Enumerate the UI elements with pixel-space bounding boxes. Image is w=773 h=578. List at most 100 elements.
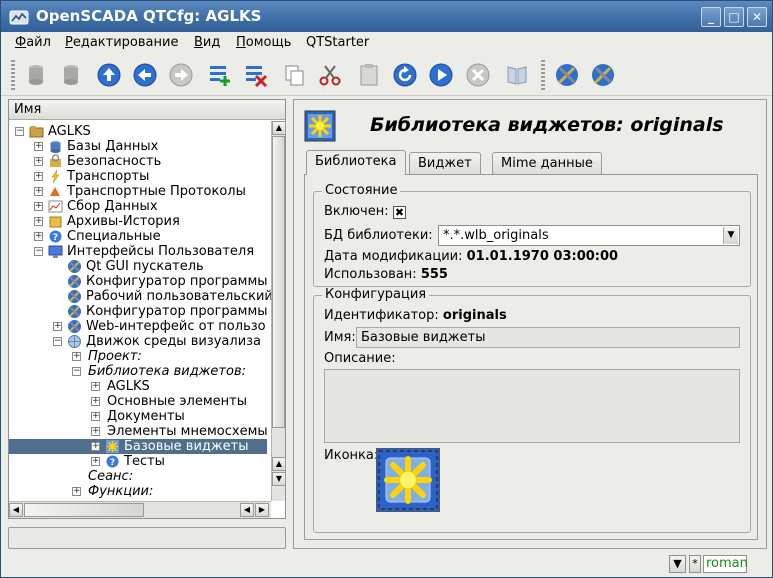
copy-button[interactable] [280, 60, 310, 90]
expand-icon[interactable]: + [34, 172, 43, 181]
tree-item[interactable]: Конфигуратор программы [9, 304, 271, 319]
tools-icon [68, 275, 81, 288]
expand-icon[interactable]: + [34, 217, 43, 226]
tab-library[interactable]: Библиотека [306, 150, 406, 175]
expand-icon[interactable]: + [53, 322, 62, 331]
minimize-button[interactable]: _ [701, 7, 721, 27]
arrow-left-icon [133, 63, 157, 87]
menu-view[interactable]: Вид [194, 35, 220, 50]
expand-icon[interactable]: + [72, 352, 81, 361]
back-button[interactable] [130, 60, 160, 90]
delete-item-button[interactable] [241, 60, 271, 90]
tree-item[interactable]: + Функции: [9, 484, 271, 499]
db-select[interactable]: *.*.wlb_originals ▼ [438, 225, 740, 246]
tree-item[interactable]: + Базовые виджеты [9, 439, 267, 454]
tree-horizontal-scrollbar[interactable]: ◀ ◀ ▶ [9, 501, 271, 518]
tree-item[interactable]: +? Специальные [9, 229, 271, 244]
vision-runtime-button[interactable] [552, 60, 582, 90]
tree-item[interactable]: +? Тесты [9, 454, 271, 469]
expand-icon[interactable]: + [34, 142, 43, 151]
status-dropdown-button[interactable]: ▼ [669, 555, 686, 573]
expand-icon[interactable]: + [34, 202, 43, 211]
scroll-left-button[interactable]: ◀ [9, 503, 23, 517]
expand-icon[interactable]: + [72, 487, 81, 496]
tree-item[interactable]: + Сбор Данных [9, 199, 271, 214]
tab-widget[interactable]: Виджет [409, 152, 481, 174]
toolbar-grip[interactable] [11, 60, 15, 90]
manual-button[interactable] [502, 60, 532, 90]
tree-item[interactable]: Конфигуратор программы [9, 274, 271, 289]
collapse-icon[interactable]: − [53, 337, 62, 346]
expand-icon[interactable]: + [91, 457, 100, 466]
start-button[interactable] [426, 60, 456, 90]
tree-item[interactable]: + Архивы-История [9, 214, 271, 229]
cut-button[interactable] [315, 60, 345, 90]
collapse-icon[interactable]: − [72, 367, 81, 376]
refresh-button[interactable] [390, 60, 420, 90]
tree-item[interactable]: + Базы Данных [9, 139, 271, 154]
library-icon-picker[interactable] [376, 448, 440, 512]
menu-help[interactable]: Помощь [236, 35, 291, 50]
scroll-thumb[interactable] [272, 136, 285, 428]
menu-file[interactable]: Файл [15, 35, 51, 50]
chevron-down-icon[interactable]: ▼ [723, 227, 738, 244]
tab-mime-data[interactable]: Mime данные [492, 152, 602, 174]
enabled-checkbox[interactable]: ✖ [393, 206, 406, 219]
expand-icon[interactable]: + [91, 382, 100, 391]
menu-edit[interactable]: Редактирование [65, 35, 178, 50]
tree-column-header[interactable]: Имя [9, 100, 285, 120]
scroll-down-button[interactable]: ▼ [272, 472, 286, 486]
tree-item[interactable]: Сеанс: [9, 469, 271, 484]
db-save-button[interactable] [56, 60, 86, 90]
expand-icon[interactable]: + [91, 397, 100, 406]
widget-library-icon [378, 450, 438, 510]
tree-vertical-scrollbar[interactable]: ▲ ▲ ▼ [271, 121, 286, 501]
tree-item[interactable]: + Транспортные Протоколы [9, 184, 271, 199]
toolbar-grip-2[interactable] [541, 60, 545, 90]
tree-item-label: Конфигуратор программы [86, 274, 268, 289]
hscroll-thumb[interactable] [24, 503, 144, 517]
database-icon [50, 141, 61, 153]
expand-icon[interactable]: + [91, 412, 100, 421]
tree-body[interactable]: − AGLKS + Базы Данных + Безопасность + Транспор… [9, 121, 271, 501]
tree-item[interactable]: + Проект: [9, 349, 271, 364]
tree-item[interactable]: − AGLKS [9, 124, 271, 139]
tree-item[interactable]: Рабочий пользовательский [9, 289, 271, 304]
vision-develop-button[interactable] [588, 60, 618, 90]
expand-icon[interactable]: + [34, 232, 43, 241]
expand-icon[interactable]: + [34, 157, 43, 166]
up-button[interactable] [94, 60, 124, 90]
tree-item[interactable]: Qt GUI пускатель [9, 259, 271, 274]
description-textarea[interactable] [324, 369, 740, 443]
db-load-button[interactable] [21, 60, 51, 90]
tree-item[interactable]: + Основные элементы [9, 394, 271, 409]
scroll-up-button[interactable]: ▲ [272, 121, 286, 135]
name-input[interactable]: Базовые виджеты [356, 327, 740, 348]
tree-item[interactable]: + Безопасность [9, 154, 271, 169]
tree-item[interactable]: − Движок среды визуализа [9, 334, 271, 349]
collapse-icon[interactable]: − [34, 247, 43, 256]
expand-icon[interactable]: + [91, 427, 100, 436]
navigation-tree[interactable]: Имя − AGLKS + Базы Данных + Безопасность + Тран… [8, 99, 286, 519]
scroll-up-button-2[interactable]: ▲ [272, 457, 286, 471]
tree-item[interactable]: + Транспорты [9, 169, 271, 184]
tree-item[interactable]: + AGLKS [9, 379, 271, 394]
add-item-button[interactable] [205, 60, 235, 90]
collapse-icon[interactable]: − [15, 127, 24, 136]
tree-item[interactable]: + Web-интерфейс от пользо [9, 319, 271, 334]
tree-item[interactable]: − Интерфейсы Пользователя [9, 244, 271, 259]
menu-qtstarter[interactable]: QTStarter [306, 35, 369, 50]
paste-button[interactable] [354, 60, 384, 90]
tree-item[interactable]: + Документы [9, 409, 271, 424]
scroll-left-button-2[interactable]: ◀ [240, 503, 254, 517]
maximize-button[interactable]: □ [724, 7, 744, 27]
expand-icon[interactable]: + [91, 442, 100, 451]
tree-item[interactable]: + Элементы мнемосхемы [9, 424, 271, 439]
close-window-button[interactable]: ✕ [747, 7, 767, 27]
scroll-right-button[interactable]: ▶ [255, 503, 269, 517]
current-user-badge[interactable]: roman [703, 555, 748, 573]
stop-button[interactable] [463, 60, 493, 90]
forward-button[interactable] [166, 60, 196, 90]
tree-item[interactable]: − Библиотека виджетов: [9, 364, 271, 379]
expand-icon[interactable]: + [34, 187, 43, 196]
